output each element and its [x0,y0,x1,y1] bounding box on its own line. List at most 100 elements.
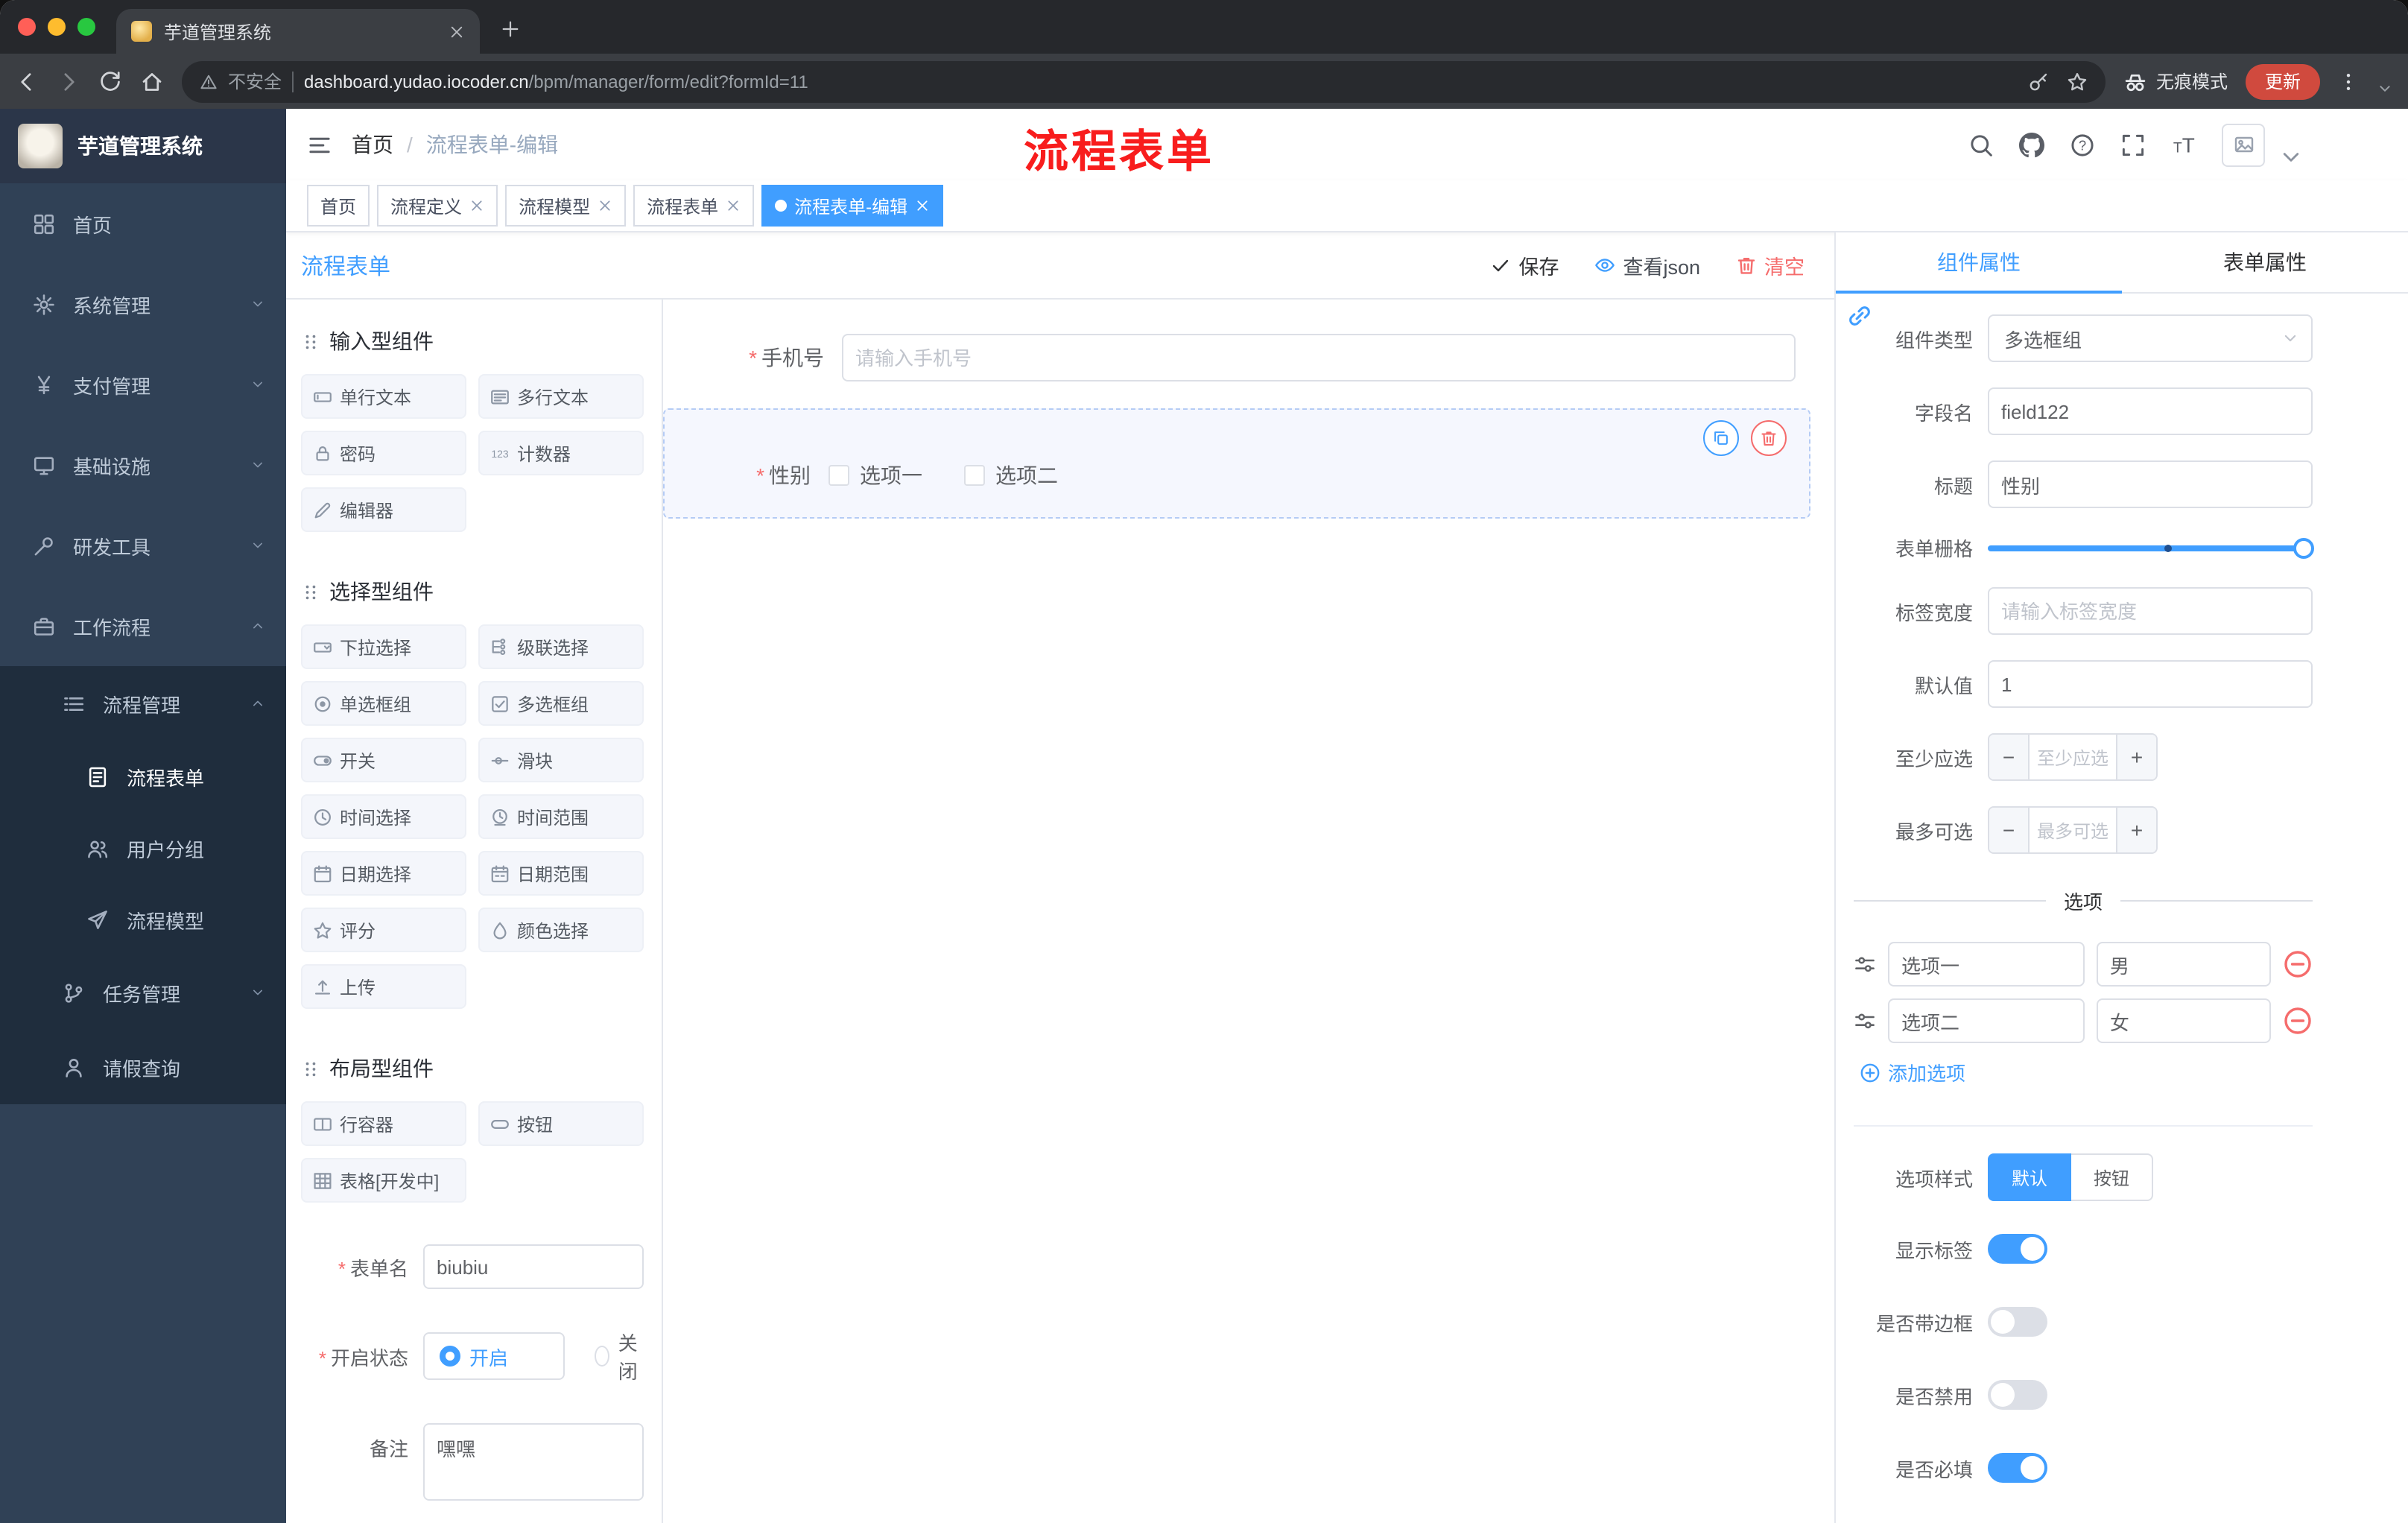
palette-item-row-container[interactable]: 行容器 [301,1101,466,1146]
increase-button[interactable]: + [2116,735,2156,779]
checkbox-option-2[interactable]: 选项二 [964,460,1058,490]
search-icon[interactable] [1968,132,1994,157]
palette-item-color-picker[interactable]: 颜色选择 [478,908,644,952]
delete-component-button[interactable] [1751,420,1787,456]
form-canvas[interactable]: *手机号 *性别 选项一 [663,300,1834,1523]
option-value-input[interactable] [2096,998,2271,1043]
palette-item-editor[interactable]: 编辑器 [301,487,466,532]
sidebar-item-user-group[interactable]: 用户分组 [0,812,286,884]
forward-button[interactable] [57,69,80,93]
tag-process-model[interactable]: 流程模型 [505,185,627,227]
palette-item-checkbox-group[interactable]: 多选框组 [478,681,644,726]
palette-item-date-picker[interactable]: 日期选择 [301,851,466,896]
tab-component-props[interactable]: 组件属性 [1836,232,2122,294]
toggle-disabled[interactable] [1988,1380,2047,1410]
breadcrumb-home[interactable]: 首页 [352,130,393,159]
palette-item-select[interactable]: 下拉选择 [301,624,466,669]
sidebar-item-workflow[interactable]: 工作流程 [0,586,286,666]
palette-item-textarea[interactable]: 多行文本 [478,374,644,419]
sidebar-item-home[interactable]: 首页 [0,183,286,264]
slider-handle[interactable] [2293,537,2314,558]
window-zoom-button[interactable] [77,18,95,36]
option-name-input[interactable] [1888,942,2085,987]
palette-item-time-picker[interactable]: 时间选择 [301,794,466,839]
form-field-phone[interactable]: * 手机号 [678,322,1796,393]
field-name-input[interactable] [1988,387,2313,435]
palette-item-input[interactable]: 单行文本 [301,374,466,419]
window-minimize-button[interactable] [48,18,66,36]
sidebar-item-process-management[interactable]: 流程管理 [0,666,286,741]
checkbox-option-1[interactable]: 选项一 [828,460,922,490]
tag-process-form-edit[interactable]: 流程表单-编辑 [761,185,944,227]
toggle-required[interactable] [1988,1453,2047,1483]
reload-button[interactable] [98,69,122,93]
toggle-show-label[interactable] [1988,1234,2047,1264]
sidebar-item-process-form[interactable]: 流程表单 [0,741,286,812]
fullscreen-icon[interactable] [2120,132,2146,157]
sidebar-item-process-model[interactable]: 流程模型 [0,884,286,955]
decrease-button[interactable]: − [1989,735,2030,779]
close-icon[interactable] [726,198,741,213]
avatar-caret-icon[interactable] [2278,144,2304,169]
palette-item-upload[interactable]: 上传 [301,964,466,1009]
palette-item-date-range[interactable]: 日期范围 [478,851,644,896]
security-warning-icon[interactable] [200,72,218,90]
home-button[interactable] [140,69,164,93]
tag-home[interactable]: 首页 [307,185,370,227]
window-close-button[interactable] [18,18,36,36]
link-icon[interactable] [1846,303,1873,329]
copy-component-button[interactable] [1703,420,1739,456]
tag-process-definition[interactable]: 流程定义 [377,185,498,227]
drag-handle-icon[interactable] [1854,1010,1876,1032]
phone-input[interactable] [842,334,1796,381]
palette-item-switch[interactable]: 开关 [301,738,466,782]
browser-menu-icon[interactable] [2338,71,2359,92]
status-radio-off[interactable]: 关闭 [594,1328,644,1384]
add-option-button[interactable]: 添加选项 [1860,1058,2313,1086]
url-bar[interactable]: 不安全 dashboard.yudao.iocoder.cn/bpm/manag… [182,60,2106,102]
label-width-input[interactable] [1988,587,2313,635]
stepper-placeholder[interactable]: 最多可选 [2030,808,2116,852]
sidebar-item-dev-tools[interactable]: 研发工具 [0,505,286,586]
component-type-select[interactable]: 多选框组 [1988,314,2313,362]
tab-form-props[interactable]: 表单属性 [2122,232,2408,292]
save-button[interactable]: 保存 [1490,250,1559,280]
stepper-placeholder[interactable]: 至少应选 [2030,735,2116,779]
option-style-button-button[interactable]: 按钮 [2071,1153,2154,1201]
avatar[interactable] [2222,123,2265,166]
close-icon[interactable] [915,198,930,213]
increase-button[interactable]: + [2116,808,2156,852]
palette-item-radio-group[interactable]: 单选框组 [301,681,466,726]
sidebar-item-infrastructure[interactable]: 基础设施 [0,425,286,505]
palette-item-counter[interactable]: 123 计数器 [478,431,644,475]
remove-option-button[interactable] [2283,1006,2313,1036]
new-tab-button[interactable] [489,7,530,49]
status-radio-on[interactable]: 开启 [423,1332,565,1380]
option-style-default-button[interactable]: 默认 [1988,1153,2072,1201]
password-manager-icon[interactable] [2028,71,2049,92]
remove-option-button[interactable] [2283,949,2313,979]
back-button[interactable] [15,69,39,93]
default-value-input[interactable] [1988,660,2313,708]
tag-process-form[interactable]: 流程表单 [633,185,755,227]
title-input[interactable] [1988,460,2313,508]
clear-button[interactable]: 清空 [1736,250,1805,280]
palette-item-cascader[interactable]: 级联选择 [478,624,644,669]
option-name-input[interactable] [1888,998,2085,1043]
form-name-input[interactable] [423,1244,644,1289]
help-icon[interactable]: ? [2070,132,2095,157]
sidebar-item-payment-management[interactable]: 支付管理 [0,344,286,425]
close-icon[interactable] [469,198,484,213]
palette-item-password[interactable]: 密码 [301,431,466,475]
bookmark-icon[interactable] [2067,71,2088,92]
sidebar-item-task-management[interactable]: 任务管理 [0,955,286,1030]
tab-close-icon[interactable] [449,23,465,39]
github-icon[interactable] [2019,132,2044,157]
grid-slider[interactable] [1988,537,2314,558]
view-json-button[interactable]: 查看json [1594,250,1700,280]
sidebar-item-system-management[interactable]: 系统管理 [0,264,286,344]
palette-item-table[interactable]: 表格[开发中] [301,1158,466,1203]
remark-textarea[interactable]: 嘿嘿 [423,1423,644,1501]
toggle-with-border[interactable] [1988,1307,2047,1337]
decrease-button[interactable]: − [1989,808,2030,852]
